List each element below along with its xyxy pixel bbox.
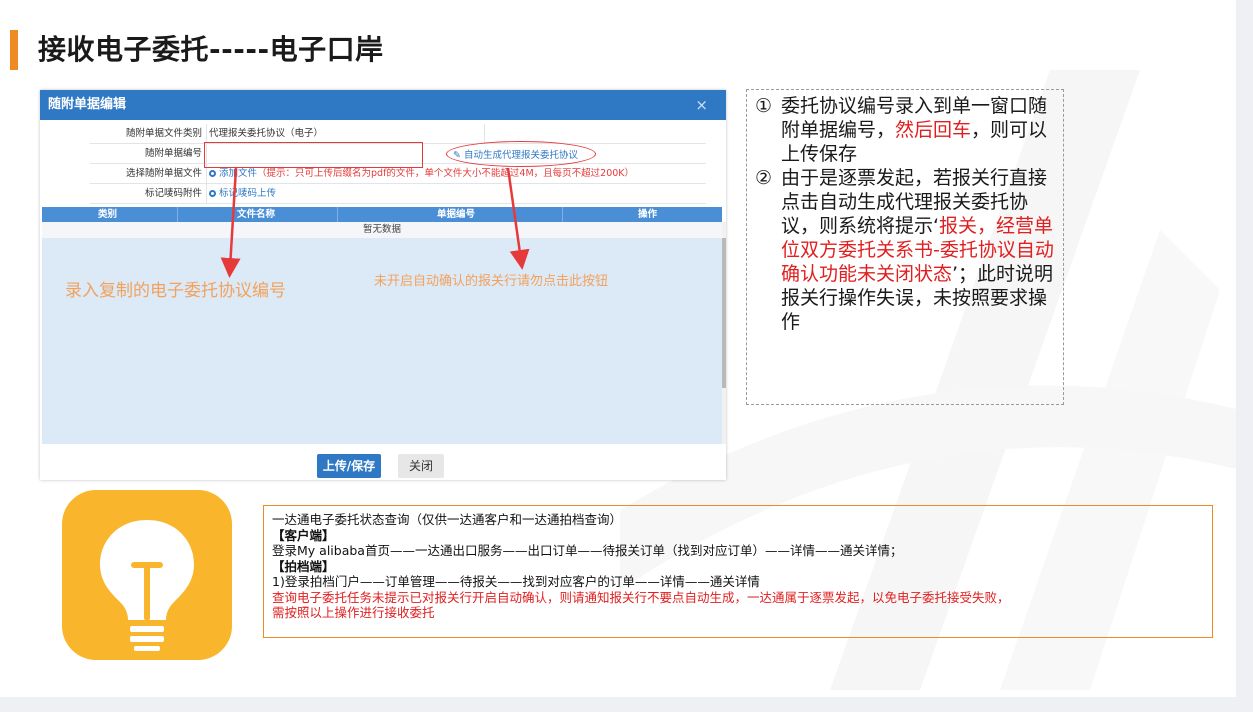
doc-type-label: 随附单据文件类别 [125, 128, 202, 139]
client-path: 登录My alibaba首页——一达通出口服务——出口订单——待报关订单（找到对… [272, 543, 903, 558]
auto-generate-button[interactable]: ✎ 自动生成代理报关委托协议 [453, 147, 578, 161]
table-empty-row: 暂无数据 [42, 222, 722, 238]
warning-line-2: 需按照以上操作进行接收委托 [272, 605, 435, 620]
file-select-label: 选择随附单据文件 [125, 168, 202, 179]
doc-type-value[interactable]: 代理报关委托协议（电子） [209, 124, 323, 143]
mark-attachment-label: 标记唛码附件 [144, 188, 202, 199]
doc-number-label: 随附单据编号 [144, 148, 202, 159]
form-row-doc-type: 随附单据文件类别 代理报关委托协议（电子） [90, 124, 706, 144]
annotation-enter-number: 录入复制的电子委托协议编号 [65, 281, 286, 301]
form-row-mark-attachment: 标记唛码附件 标记唛码上传 [90, 184, 706, 204]
instruction-item-1: ① 委托协议编号录入到单一窗口随附单据编号，然后回车，则可以上传保存 [755, 95, 1048, 165]
warning-line-1: 查询电子委托任务未提示已对报关行开启自动确认，则请通知报关行不要点自动生成，一达… [272, 589, 1010, 605]
add-file-link[interactable]: 添加文件 [219, 168, 257, 179]
edit-icon: ✎ [453, 150, 461, 161]
table-header: 类别 文件名称 单据编号 操作 [42, 207, 722, 222]
partner-header: 【拍档端】 [272, 558, 335, 574]
table-body [42, 238, 722, 444]
file-upload-hint: （提示：只可上传后缀名为pdf的文件，单个文件大小不能超过4M，且每页不超过20… [257, 168, 635, 179]
col-actions: 操作 [638, 209, 658, 220]
lightbulb-icon [62, 490, 232, 660]
query-title: 一达通电子委托状态查询（仅供一达通客户和一达通拍档查询） [272, 512, 623, 527]
client-header: 【客户端】 [272, 527, 335, 543]
query-instructions-box: 一达通电子委托状态查询（仅供一达通客户和一达通拍档查询） 【客户端】 登录My … [263, 505, 1213, 638]
instructions-box: ① 委托协议编号录入到单一窗口随附单据编号，然后回车，则可以上传保存 ② 由于是… [746, 89, 1064, 405]
title-accent-bar [10, 30, 18, 70]
dialog-header: 随附单据编辑 × [40, 90, 726, 120]
close-icon[interactable]: × [695, 90, 708, 120]
instruction-item-2: ② 由于是逐票发起，若报关行直接点击自动生成代理报关委托协议，则系统将提示‘报关… [755, 167, 1054, 333]
close-button[interactable]: 关闭 [398, 454, 444, 478]
save-button[interactable]: 上传/保存 [317, 454, 381, 478]
auto-generate-label: 自动生成代理报关委托协议 [464, 150, 579, 161]
plus-circle-icon [209, 190, 216, 197]
col-filename: 文件名称 [237, 209, 276, 220]
dialog-title: 随附单据编辑 [48, 97, 127, 112]
col-doc-number: 单据编号 [437, 209, 476, 220]
partner-path: 1)登录拍档门户——订单管理——待报关——找到对应客户的订单——详情——通关详情 [272, 574, 760, 589]
page-title: 接收电子委托-----电子口岸 [38, 33, 384, 66]
mark-upload-link[interactable]: 标记唛码上传 [219, 188, 276, 199]
annotation-do-not-click: 未开启自动确认的报关行请勿点击此按钮 [374, 274, 609, 289]
slide: 接收电子委托-----电子口岸 随附单据编辑 × 随附单据文件类别 代理报关委托… [0, 0, 1236, 697]
plus-circle-icon [209, 170, 216, 177]
doc-number-highlight [204, 142, 423, 168]
scrollbar-thumb[interactable] [722, 238, 726, 388]
col-category: 类别 [98, 209, 118, 220]
